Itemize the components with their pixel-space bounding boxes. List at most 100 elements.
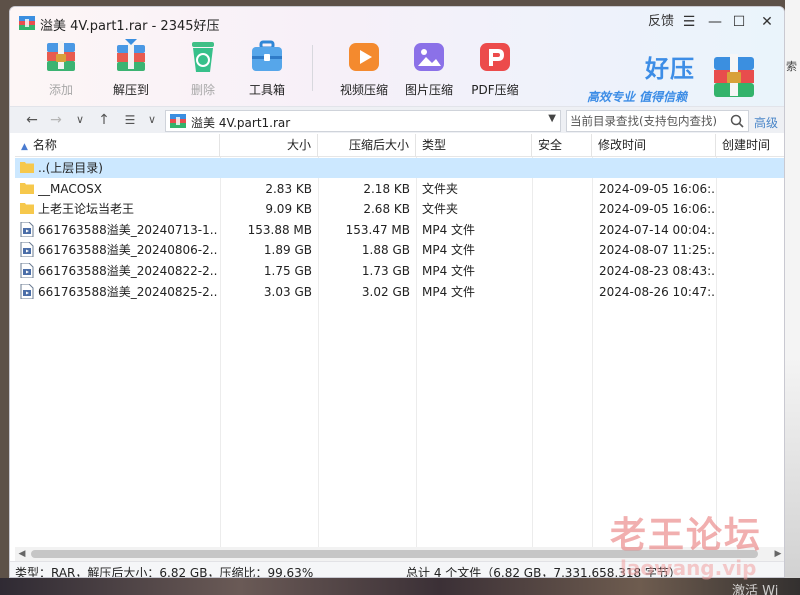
cell-type: MP4 文件	[422, 284, 476, 299]
column-header-packed-size[interactable]: 压缩后大小	[318, 134, 416, 157]
parent-directory-row[interactable]: ..(上层目录)	[15, 158, 784, 178]
address-bar[interactable]: 溢美 4V.part1.rar ▼	[165, 110, 561, 132]
cell-name: ..(上层目录)	[38, 161, 103, 175]
close-button[interactable]: ✕	[756, 12, 778, 32]
address-dropdown-icon[interactable]: ▼	[548, 113, 556, 124]
toolbox-icon	[252, 40, 282, 71]
image-compress-icon	[414, 43, 444, 71]
scroll-left-icon[interactable]: ◀	[15, 547, 29, 561]
delete-button[interactable]: 删除	[168, 37, 238, 106]
cell-size: 9.09 KB	[265, 202, 312, 217]
advanced-search-link[interactable]: 高级	[754, 114, 778, 131]
file-row[interactable]: 661763588溢美_20240822-2... 1.75 GB 1.73 GB M…	[15, 261, 784, 281]
cell-created	[722, 158, 782, 178]
video-file-icon	[20, 262, 34, 281]
cell-security	[538, 179, 590, 199]
folder-icon	[20, 181, 34, 198]
cell-type: 文件夹	[422, 181, 459, 196]
cell-name: __MACOSX	[38, 181, 103, 196]
minimize-button[interactable]: —	[704, 12, 726, 32]
column-header-name-label: 名称	[32, 138, 57, 152]
cell-packed-size: 3.02 GB	[361, 284, 410, 299]
cell-name: 661763588溢美_20240713-1...	[38, 222, 218, 237]
video-file-icon	[20, 241, 34, 260]
toolbox-button[interactable]: 工具箱	[232, 37, 302, 106]
cell-modified	[599, 158, 714, 178]
cell-packed-size: 2.68 KB	[363, 202, 410, 217]
forward-arrow-icon[interactable]: →	[46, 110, 66, 130]
image-compress-button[interactable]: 图片压缩	[394, 37, 464, 106]
search-input[interactable]	[570, 113, 725, 129]
cell-security	[538, 261, 590, 281]
column-header-size[interactable]: 大小	[220, 134, 318, 157]
chevron-down-icon[interactable]: ∨	[70, 110, 90, 130]
feedback-button[interactable]: 反馈	[644, 12, 678, 32]
cell-security	[538, 199, 590, 219]
watermark-url: laowang.vip	[620, 556, 757, 580]
pdf-compress-icon	[480, 43, 510, 71]
address-path: 溢美 4V.part1.rar	[191, 116, 291, 130]
delete-label: 删除	[190, 83, 215, 97]
brand-slogan: 高效专业 值得信赖	[587, 90, 688, 104]
extract-to-label: 解压到	[112, 83, 149, 97]
cell-size: 1.75 GB	[263, 264, 312, 278]
video-file-icon	[20, 221, 34, 240]
cell-name: 661763588溢美_20240806-2...	[38, 243, 218, 258]
cell-security	[538, 282, 590, 302]
cell-type: 文件夹	[422, 202, 459, 217]
file-row[interactable]: __MACOSX 2.83 KB 2.18 KB 文件夹 2024-09-05 16:0…	[15, 179, 784, 199]
cell-created	[722, 199, 782, 219]
file-row[interactable]: 661763588溢美_20240806-2... 1.89 GB 1.88 GB M…	[15, 240, 784, 260]
video-compress-icon	[349, 43, 379, 71]
cell-type: MP4 文件	[422, 222, 476, 237]
archive-info-status: 类型：RAR，解压后大小：6.82 GB，压缩比：99.63%	[15, 566, 314, 578]
view-mode-icon[interactable]: ☰	[120, 110, 140, 130]
cell-modified: 2024-09-05 16:06:...	[599, 202, 714, 217]
cell-name: 661763588溢美_20240825-2...	[38, 284, 218, 299]
view-dropdown-icon[interactable]: ∨	[142, 110, 162, 130]
window-title: 溢美 4V.part1.rar - 2345好压	[40, 19, 220, 34]
address-row: ← → ∨ ↑ ☰ ∨ 溢美 4V.part1.rar ▼ 高级	[10, 106, 784, 133]
maximize-button[interactable]: ☐	[728, 12, 750, 32]
column-header-created[interactable]: 创建时间	[716, 134, 784, 157]
delete-recycle-icon	[192, 42, 214, 72]
up-arrow-icon[interactable]: ↑	[94, 110, 114, 130]
cell-size: 153.88 MB	[247, 222, 312, 237]
title-bar[interactable]: 溢美 4V.part1.rar - 2345好压 反馈 ☰ — ☐ ✕	[10, 7, 784, 37]
cell-modified: 2024-08-26 10:47:...	[599, 284, 714, 299]
search-icon[interactable]	[730, 114, 744, 128]
column-header-modified[interactable]: 修改时间	[592, 134, 716, 157]
file-row[interactable]: 661763588溢美_20240713-1... 153.88 MB 153.47…	[15, 220, 784, 240]
file-row[interactable]: 661763588溢美_20240825-2... 3.03 GB 3.02 GB M…	[15, 282, 784, 302]
folder-icon	[20, 160, 34, 177]
video-compress-button[interactable]: 视频压缩	[329, 37, 399, 106]
windows-activation-text: 激活 Wi	[732, 584, 779, 595]
column-header-name[interactable]: ▲ 名称	[15, 134, 220, 157]
extract-to-button[interactable]: 解压到	[96, 37, 166, 106]
cell-size: 1.89 GB	[263, 243, 312, 258]
add-button[interactable]: 添加	[26, 37, 96, 106]
app-window: 溢美 4V.part1.rar - 2345好压 反馈 ☰ — ☐ ✕ 添加 解…	[9, 6, 785, 578]
cell-modified: 2024-07-14 00:04:...	[599, 222, 714, 237]
file-row[interactable]: 上老王论坛当老王 9.09 KB 2.68 KB 文件夹 2024-09-05 16:0…	[15, 199, 784, 219]
menu-icon[interactable]: ☰	[678, 12, 700, 32]
pdf-compress-button[interactable]: PDF压缩	[460, 37, 530, 106]
cell-modified: 2024-08-07 11:25:...	[599, 243, 714, 258]
column-header-security[interactable]: 安全	[532, 134, 592, 157]
brand-area: 好压 高效专业 值得信赖	[582, 47, 782, 107]
brand-name: 好压	[645, 55, 695, 83]
cell-modified: 2024-09-05 16:06:...	[599, 181, 714, 196]
cell-security	[538, 220, 590, 240]
scroll-right-icon[interactable]: ▶	[771, 547, 784, 561]
cell-modified: 2024-08-23 08:43:...	[599, 264, 714, 278]
image-compress-label: 图片压缩	[404, 83, 453, 97]
sort-ascending-icon: ▲	[21, 142, 28, 152]
folder-icon	[20, 201, 34, 218]
back-arrow-icon[interactable]: ←	[22, 110, 42, 130]
window-header: 溢美 4V.part1.rar - 2345好压 反馈 ☰ — ☐ ✕ 添加 解…	[10, 7, 784, 106]
column-header-type[interactable]: 类型	[416, 134, 532, 157]
search-box[interactable]	[566, 110, 749, 132]
desktop-text-fragment: 索	[786, 60, 797, 73]
video-file-icon	[20, 283, 34, 302]
cell-created	[722, 240, 782, 260]
